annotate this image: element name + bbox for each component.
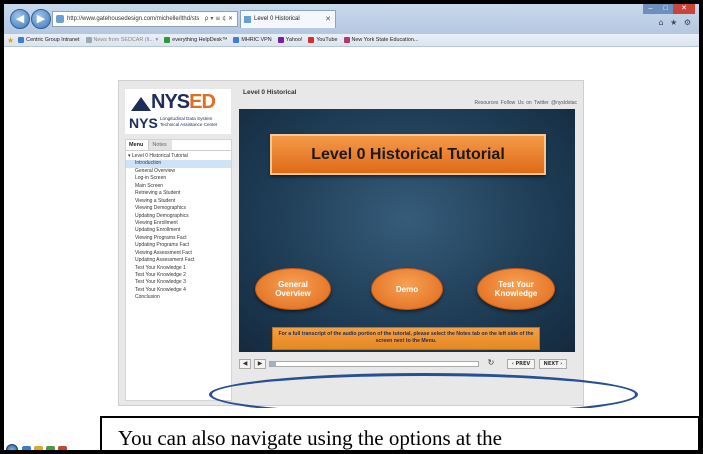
menu-item[interactable]: Viewing Enrollment <box>126 220 231 227</box>
back-button[interactable]: ◀ <box>10 9 30 29</box>
logo-ed: ED <box>189 91 216 113</box>
menu-item[interactable]: Test Your Knowledge 3 <box>126 279 231 286</box>
caption-text: You can also navigate using the options … <box>118 426 502 450</box>
test-your-knowledge-button[interactable]: Test Your Knowledge <box>477 268 555 310</box>
favorite-link[interactable]: New York State Education... <box>343 37 419 43</box>
minimize-button[interactable]: – <box>643 4 658 14</box>
favorite-link[interactable]: Yahoo! <box>277 37 303 43</box>
logo-arrow-icon <box>131 97 151 111</box>
course-sidebar: Menu Notes ▾ Level 0 Historical Tutorial… <box>125 139 232 401</box>
address-bar[interactable]: http://www.gatehousedesign.com/michelle/… <box>52 11 238 27</box>
favorite-icon <box>308 37 315 43</box>
address-bar-icons[interactable]: ρ ▾ ≡ ¢ ✕ <box>205 12 233 26</box>
menu-item[interactable]: Viewing a Student <box>126 198 231 205</box>
tab-favicon-icon <box>244 16 251 23</box>
play-button[interactable]: ▶ <box>254 359 266 369</box>
browser-titlebar: ◀ ▶ http://www.gatehousedesign.com/miche… <box>4 4 699 34</box>
course-title: Level 0 Historical <box>243 89 297 96</box>
resources-links[interactable]: Resources Follow Us on Twitter @nysldsta… <box>474 100 577 106</box>
menu-item[interactable]: Test Your Knowledge 2 <box>126 272 231 279</box>
window-controls: – □ ✕ <box>643 4 695 14</box>
menu-item[interactable]: Conclusion <box>126 294 231 301</box>
favorite-label: News from SEDCAR (It... ▾ <box>93 37 159 43</box>
app-taskbar-icon[interactable] <box>46 446 55 450</box>
caption-box: You can also navigate using the options … <box>100 416 699 450</box>
player-control-bar: ◀ ▶ ↻ ‹ PREV NEXT › <box>239 358 575 370</box>
forward-button[interactable]: ▶ <box>31 9 51 29</box>
favorite-label: Yahoo! <box>285 37 303 43</box>
nysed-logo: NYSED NYS Longitudinal Data System Techn… <box>125 89 231 134</box>
slide-title-box: Level 0 Historical Tutorial <box>270 134 546 175</box>
page-favicon-icon <box>56 15 64 23</box>
logo-subtitle: Longitudinal Data System Technical Assis… <box>160 116 218 127</box>
browser-tab[interactable]: Level 0 Historical ✕ <box>240 10 336 28</box>
next-button[interactable]: NEXT › <box>539 359 567 369</box>
menu-item[interactable]: Log-in Screen <box>126 175 231 182</box>
transcript-note: For a full transcript of the audio porti… <box>272 327 540 350</box>
favorite-icon <box>164 37 171 43</box>
favorite-link[interactable]: YouTube <box>308 37 338 43</box>
menu-item[interactable]: General Overview <box>126 168 231 175</box>
favorite-icon <box>343 37 350 43</box>
menu-item[interactable]: Viewing Programs Fact <box>126 235 231 242</box>
menu-item[interactable]: Updating Assessment Fact <box>126 257 231 264</box>
menu-item[interactable]: Viewing Assessment Fact <box>126 250 231 257</box>
favorite-icon <box>18 37 25 43</box>
screenshot-frame: ◀ ▶ http://www.gatehousedesign.com/miche… <box>0 0 703 454</box>
taskbar-icons <box>22 446 70 450</box>
logo-nys: NYS <box>151 91 190 113</box>
favorite-link[interactable]: MHRIC VPN <box>233 37 272 43</box>
favorite-label: YouTube <box>316 37 338 43</box>
replay-icon[interactable]: ↻ <box>485 359 497 369</box>
tab-close-icon[interactable]: ✕ <box>325 11 331 28</box>
volume-button[interactable]: ◀ <box>239 359 251 369</box>
maximize-button[interactable]: □ <box>658 4 673 14</box>
slide-area: Level 0 Historical Tutorial General Over… <box>239 109 575 352</box>
tab-menu[interactable]: Menu <box>126 140 150 150</box>
favorites-bar: ★ Centric Group Intranet News from SEDCAR… <box>4 34 699 47</box>
menu-item[interactable]: Updating Demographics <box>126 213 231 220</box>
favorite-label: everything HelpDesk™ <box>172 37 228 43</box>
menu-item[interactable]: Test Your Knowledge 1 <box>126 265 231 272</box>
url-text: http://www.gatehousedesign.com/michelle/… <box>67 16 200 22</box>
course-menu: ▾ Level 0 Historical Tutorial Introductio… <box>126 151 231 302</box>
close-window-button[interactable]: ✕ <box>673 4 695 14</box>
app2-taskbar-icon[interactable] <box>58 446 67 450</box>
course-player: NYSED NYS Longitudinal Data System Techn… <box>118 80 584 406</box>
menu-item[interactable]: Updating Programs Fact <box>126 242 231 249</box>
favorite-label: New York State Education... <box>351 37 419 43</box>
tab-notes[interactable]: Notes <box>149 140 172 150</box>
favorite-link[interactable]: everything HelpDesk™ <box>164 37 227 43</box>
menu-item[interactable]: Introduction <box>126 160 231 168</box>
page-content: NYSED NYS Longitudinal Data System Techn… <box>4 48 699 408</box>
sidebar-tabs: Menu Notes <box>126 140 231 151</box>
tab-title: Level 0 Historical <box>254 16 300 22</box>
menu-item[interactable]: Updating Enrollment <box>126 227 231 234</box>
ie-taskbar-icon[interactable] <box>22 446 31 450</box>
favorite-link[interactable]: Centric Group Intranet <box>18 37 80 43</box>
favorite-label: Centric Group Intranet <box>26 37 80 43</box>
favorite-icon <box>277 37 284 43</box>
folder-taskbar-icon[interactable] <box>34 446 43 450</box>
seek-bar[interactable] <box>269 361 479 367</box>
favorite-icon <box>233 37 240 43</box>
favorite-label: MHRIC VPN <box>241 37 272 43</box>
favorite-link[interactable]: News from SEDCAR (It... ▾ <box>85 37 159 43</box>
prev-button[interactable]: ‹ PREV <box>507 359 535 369</box>
menu-item[interactable]: Test Your Knowledge 4 <box>126 287 231 294</box>
general-overview-button[interactable]: General Overview <box>255 268 331 310</box>
menu-item[interactable]: Main Screen <box>126 183 231 190</box>
menu-item[interactable]: Retrieving a Student <box>126 190 231 197</box>
favorites-star-icon[interactable]: ★ <box>7 36 14 45</box>
home-favorites-settings-icons[interactable]: ⌂ ★ ⚙ <box>658 18 693 27</box>
windows-start-icon[interactable] <box>6 444 18 450</box>
logo-nys-bottom: NYS <box>129 115 158 131</box>
seek-progress <box>270 362 277 366</box>
taskbar: You can also navigate using the options … <box>4 408 699 450</box>
menu-item[interactable]: Viewing Demographics <box>126 205 231 212</box>
demo-button[interactable]: Demo <box>371 268 443 310</box>
slide-title: Level 0 Historical Tutorial <box>311 146 505 163</box>
favorite-icon <box>85 37 92 43</box>
menu-section-header[interactable]: ▾ Level 0 Historical Tutorial <box>126 153 231 160</box>
